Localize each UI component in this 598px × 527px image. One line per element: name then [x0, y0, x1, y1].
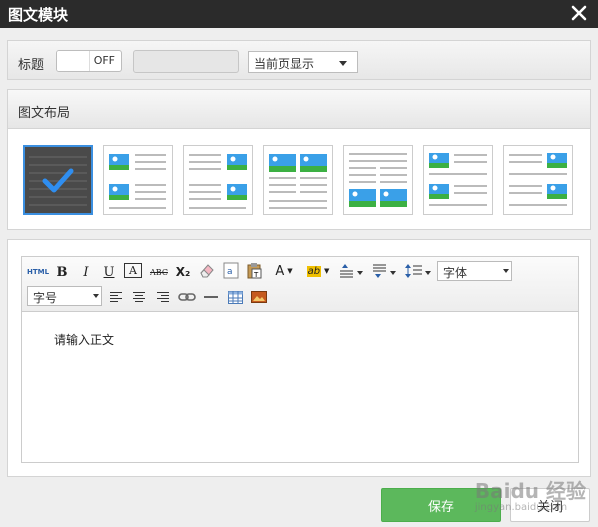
strikethrough-button[interactable]: ABC: [148, 263, 170, 281]
font-size-value: 字号: [33, 291, 58, 305]
paste-plain-icon[interactable]: T: [245, 261, 263, 279]
toggle-state-text: OFF: [93, 54, 115, 67]
paragraph-spacing-icon[interactable]: [371, 262, 397, 280]
justify-left-icon[interactable]: [107, 288, 125, 306]
layout-option-images-bottom[interactable]: [343, 145, 413, 215]
editor-panel: HTML B I U A ABC X₂ a T A ▼ ab ▼ 字体 字号 请…: [7, 239, 591, 477]
title-toggle[interactable]: OFF: [56, 50, 122, 72]
svg-text:a: a: [227, 267, 233, 277]
chevron-down-icon: [93, 294, 99, 298]
display-select[interactable]: 当前页显示: [248, 51, 358, 73]
backcolor-button[interactable]: ab ▼: [304, 262, 332, 280]
layout-option-alternating-right[interactable]: [503, 145, 573, 215]
layout-option-images-top[interactable]: [263, 145, 333, 215]
close-icon[interactable]: [568, 2, 590, 24]
layout-panel-header: 图文布局: [8, 90, 590, 129]
html-source-button[interactable]: HTML: [27, 263, 49, 281]
editor-toolbar: HTML B I U A ABC X₂ a T A ▼ ab ▼ 字体 字号: [22, 257, 578, 312]
chevron-down-icon: [503, 269, 509, 273]
forecolor-label: A: [275, 263, 285, 279]
layout-option-alternating-left[interactable]: [423, 145, 493, 215]
italic-button[interactable]: I: [77, 263, 95, 281]
justify-right-icon[interactable]: [154, 288, 172, 306]
justify-center-icon[interactable]: [130, 288, 148, 306]
underline-button[interactable]: U: [100, 263, 118, 281]
font-border-button[interactable]: A: [124, 263, 142, 278]
font-family-select[interactable]: 字体: [437, 261, 512, 281]
subscript-button[interactable]: X₂: [173, 263, 193, 281]
title-input[interactable]: [133, 50, 239, 73]
image-icon[interactable]: [250, 288, 268, 306]
baidu-watermark: Baidu 经验 jingyan.baidu.com: [475, 475, 586, 513]
layout-panel: 图文布局: [7, 89, 591, 230]
title-label: 标题: [18, 58, 45, 73]
layout-option-image-left[interactable]: [103, 145, 173, 215]
table-icon[interactable]: [226, 288, 244, 306]
rich-text-editor: HTML B I U A ABC X₂ a T A ▼ ab ▼ 字体 字号 请…: [21, 256, 579, 463]
editor-placeholder[interactable]: 请输入正文: [54, 331, 114, 348]
layout-option-none[interactable]: [23, 145, 93, 215]
chevron-down-icon: [339, 61, 347, 66]
watermark-brand: Baidu 经验: [474, 479, 586, 503]
horizontal-rule-icon[interactable]: [202, 288, 220, 306]
dialog-titlebar: 图文模块: [0, 0, 598, 28]
toggle-knob: [57, 51, 90, 71]
title-settings-row: 标题 OFF 当前页显示: [7, 40, 591, 80]
layout-option-image-right[interactable]: [183, 145, 253, 215]
eraser-icon[interactable]: [197, 261, 217, 279]
bold-button[interactable]: B: [53, 263, 71, 281]
svg-text:T: T: [253, 271, 259, 279]
backcolor-label: ab: [306, 265, 322, 277]
font-family-value: 字体: [443, 266, 468, 280]
autotypeset-icon[interactable]: a: [222, 261, 240, 279]
font-size-select[interactable]: 字号: [27, 286, 102, 306]
rowspacing-icon[interactable]: [338, 262, 364, 280]
forecolor-button[interactable]: A ▼: [271, 262, 297, 280]
layout-header-label: 图文布局: [18, 106, 71, 121]
dialog-title: 图文模块: [8, 6, 69, 24]
lineheight-icon[interactable]: [404, 262, 432, 280]
display-select-value: 当前页显示: [254, 57, 315, 71]
watermark-url: jingyan.baidu.com: [474, 502, 568, 513]
link-icon[interactable]: [177, 288, 197, 306]
